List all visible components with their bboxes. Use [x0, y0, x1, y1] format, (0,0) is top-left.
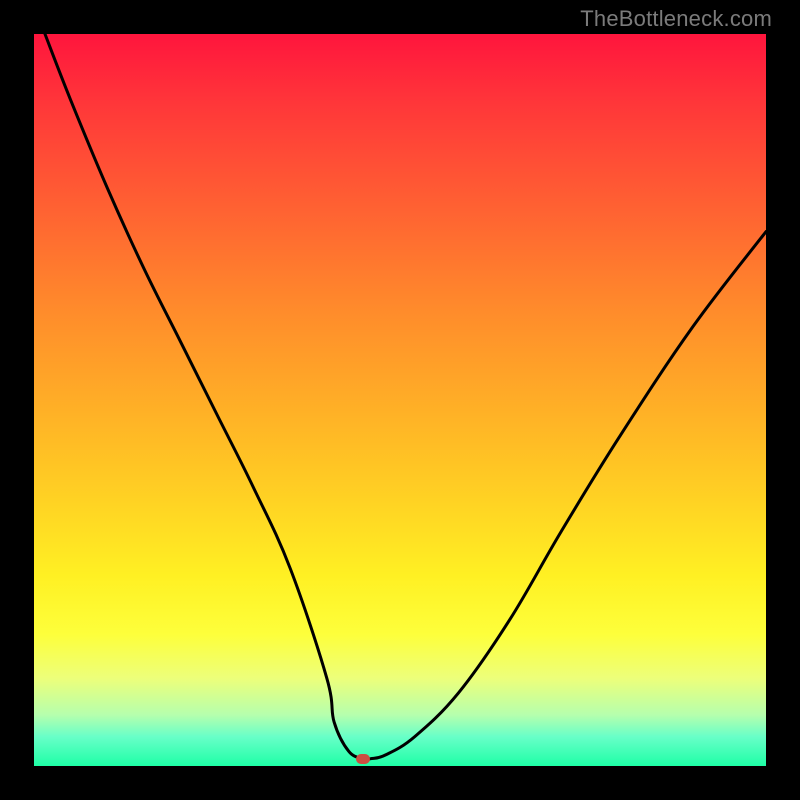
chart-frame: TheBottleneck.com — [0, 0, 800, 800]
bottleneck-curve — [34, 34, 766, 766]
optimal-marker — [356, 754, 370, 764]
plot-area — [34, 34, 766, 766]
watermark-text: TheBottleneck.com — [580, 6, 772, 32]
